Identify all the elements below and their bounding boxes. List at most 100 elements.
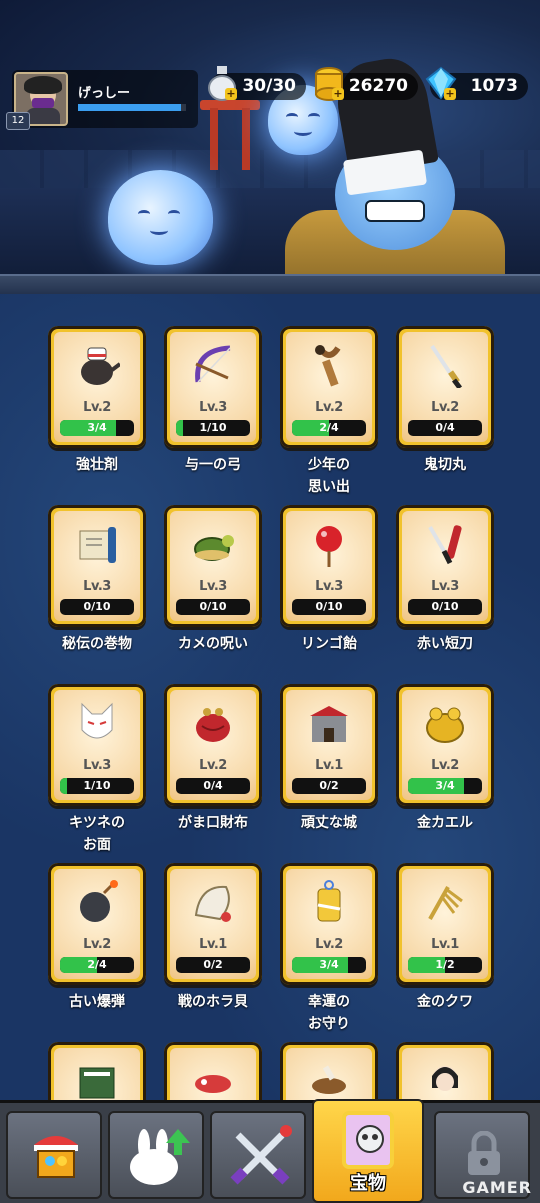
treasure-card[interactable] — [280, 1042, 378, 1100]
player-level-badge: 12 — [6, 112, 30, 130]
panel-divider — [0, 274, 540, 296]
card-inner: Lv.3 1/10 — [170, 332, 256, 442]
player-name: げっしー — [78, 86, 131, 101]
tab-upgrade[interactable] — [108, 1111, 204, 1199]
treasure-level: Lv.2 — [199, 758, 227, 773]
treasure-progress-bar: 0/10 — [292, 599, 366, 615]
treasure-card[interactable]: Lv.3 0/10 — [48, 505, 146, 627]
treasure-progress-bar: 0/10 — [60, 599, 134, 615]
treasure-card[interactable]: Lv.3 1/10 — [164, 326, 262, 448]
card-inner — [402, 1048, 488, 1100]
treasure-level: Lv.2 — [431, 758, 459, 773]
katana-icon — [422, 342, 468, 390]
blue-gem-icon[interactable]: + — [424, 64, 458, 102]
candy-apple-icon — [306, 521, 352, 567]
treasure-progress-bar: 0/10 — [408, 599, 482, 615]
conch-shell-icon — [190, 879, 236, 925]
teapot-icon — [74, 342, 122, 388]
card-inner: Lv.3 0/10 — [402, 511, 488, 621]
sake-cup-icon — [306, 1058, 352, 1100]
treasure-progress-text: 0/10 — [199, 600, 227, 613]
card-inner: Lv.1 0/2 — [170, 869, 256, 979]
treasure-level: Lv.3 — [431, 579, 459, 594]
treasure-card[interactable]: Lv.2 3/4 — [396, 684, 494, 806]
treasure-level: Lv.2 — [431, 400, 459, 415]
tab-treasure[interactable]: 宝物 — [312, 1099, 424, 1203]
treasure-progress-bar: 2/4 — [292, 420, 366, 436]
treasure-level: Lv.2 — [83, 937, 111, 952]
treasure-card-icon — [340, 1109, 400, 1175]
treasure-progress-bar: 1/10 — [60, 778, 134, 794]
treasure-card[interactable]: Lv.2 3/4 — [48, 326, 146, 448]
treasure-card[interactable] — [396, 1042, 494, 1100]
treasure-progress-text: 2/4 — [319, 421, 339, 434]
gold-coin-stack-icon[interactable]: + — [312, 64, 346, 102]
treasure-progress-text: 0/2 — [319, 779, 339, 792]
lock-icon — [464, 1130, 504, 1181]
treasure-progress-bar: 0/4 — [176, 778, 250, 794]
treasure-progress-text: 3/4 — [319, 958, 339, 971]
card-inner: Lv.2 3/4 — [54, 332, 140, 442]
tab-battle[interactable] — [210, 1111, 306, 1199]
treasure-name: 頑丈な城 — [301, 815, 357, 831]
fox-mask-icon — [74, 700, 120, 746]
treasure-card[interactable]: Lv.1 1/2 — [396, 863, 494, 985]
treasure-card[interactable]: Lv.1 0/2 — [280, 684, 378, 806]
treasure-progress-text: 1/10 — [199, 421, 227, 434]
card-inner: Lv.2 0/4 — [170, 690, 256, 800]
treasure-progress-bar: 3/4 — [408, 778, 482, 794]
treasure-card[interactable] — [164, 1042, 262, 1100]
treasure-name: 与一の弓 — [185, 457, 241, 473]
card-inner: Lv.2 0/4 — [402, 332, 488, 442]
tab-shop[interactable] — [6, 1111, 102, 1199]
treasure-name: リンゴ飴 — [301, 636, 357, 652]
treasure-name: がま口財布 — [178, 815, 248, 831]
treasure-card[interactable]: Lv.1 0/2 — [164, 863, 262, 985]
treasure-progress-bar: 0/10 — [176, 599, 250, 615]
card-inner — [286, 1048, 372, 1100]
treasure-card[interactable]: Lv.3 0/10 — [280, 505, 378, 627]
treasure-level: Lv.1 — [431, 937, 459, 952]
treasure-name: キツネの お面 — [69, 815, 125, 853]
treasure-card[interactable]: Lv.3 1/10 — [48, 684, 146, 806]
treasure-card[interactable]: Lv.2 2/4 — [48, 863, 146, 985]
turtle-icon — [190, 521, 236, 567]
stamina-value: 30/30 — [242, 76, 296, 96]
treasure-card[interactable]: Lv.2 3/4 — [280, 863, 378, 985]
shop-stall-icon — [30, 1127, 82, 1187]
treasure-level: Lv.3 — [83, 758, 111, 773]
slingshot-icon — [306, 342, 352, 388]
bottom-tab-bar: 宝物 GAMER — [0, 1099, 540, 1203]
treasure-level: Lv.1 — [315, 758, 343, 773]
sake-bottle-icon[interactable]: + — [205, 64, 239, 102]
treasure-progress-text: 0/4 — [435, 421, 455, 434]
card-inner: Lv.2 2/4 — [286, 332, 372, 442]
gold-value: 26270 — [348, 76, 408, 96]
treasure-progress-text: 3/4 — [87, 421, 107, 434]
card-inner: Lv.2 3/4 — [286, 869, 372, 979]
treasure-level: Lv.3 — [199, 400, 227, 415]
treasure-progress-bar: 1/10 — [176, 420, 250, 436]
treasure-card[interactable] — [48, 1042, 146, 1100]
gold-rake-icon — [422, 879, 468, 925]
treasure-level: Lv.2 — [315, 937, 343, 952]
treasure-level: Lv.2 — [315, 400, 343, 415]
tab-treasure-label: 宝物 — [350, 1173, 386, 1194]
card-inner — [170, 1048, 256, 1100]
treasure-card[interactable]: Lv.3 0/10 — [396, 505, 494, 627]
treasure-card[interactable]: Lv.2 0/4 — [396, 326, 494, 448]
koinobori-icon — [190, 1058, 236, 1100]
treasure-name: カメの呪い — [178, 636, 248, 652]
coin-purse-icon — [190, 700, 236, 746]
treasure-progress-bar: 3/4 — [60, 420, 134, 436]
treasure-name: 秘伝の巻物 — [62, 636, 132, 652]
torii-gate — [200, 100, 260, 170]
treasure-card[interactable]: Lv.2 0/4 — [164, 684, 262, 806]
doll-icon — [422, 1058, 468, 1100]
treasure-progress-text: 0/10 — [315, 600, 343, 613]
crossed-swords-icon — [228, 1125, 292, 1193]
treasure-progress-text: 3/4 — [435, 779, 455, 792]
card-inner: Lv.2 3/4 — [402, 690, 488, 800]
treasure-card[interactable]: Lv.2 2/4 — [280, 326, 378, 448]
treasure-card[interactable]: Lv.3 0/10 — [164, 505, 262, 627]
